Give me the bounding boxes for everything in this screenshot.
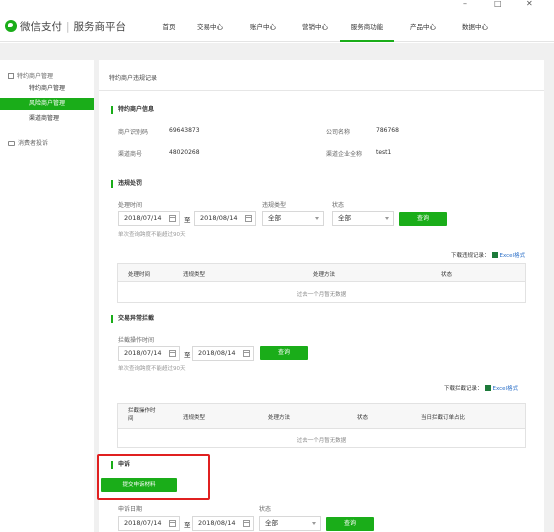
chevron-down-icon xyxy=(385,217,389,220)
column-header: 违规类型 xyxy=(183,272,206,278)
interception-hint: 单次查询跨度不能超过90天 xyxy=(118,366,186,372)
violation-type-label: 违规类型 xyxy=(262,202,287,209)
nav-data-center[interactable]: 数据中心 xyxy=(457,8,493,42)
company-value: 786768 xyxy=(376,127,399,134)
empty-message: 过去一个月暂无数据 xyxy=(296,438,347,444)
violation-end-date[interactable]: 2018/08/14 xyxy=(194,211,256,226)
window-titlebar: – □ ✕ xyxy=(0,0,554,8)
appeal-status-label: 状态 xyxy=(259,506,272,513)
sidebar-item-channel-partners[interactable]: 渠道商管理 xyxy=(0,113,94,125)
message-icon xyxy=(8,141,15,146)
calendar-icon xyxy=(169,215,176,222)
column-header: 状态 xyxy=(441,272,453,278)
calendar-icon xyxy=(169,520,176,527)
interception-end-date[interactable]: 2018/08/14 xyxy=(192,346,254,361)
violation-time-label: 处理时间 xyxy=(118,202,143,209)
nav-account-center[interactable]: 账户中心 xyxy=(245,8,281,42)
sidebar: 特约商户管理 特约商户管理 风险商户管理 渠道商管理 消费者投诉 xyxy=(0,60,94,532)
wechat-pay-logo-icon xyxy=(5,20,17,32)
column-header: 状态 xyxy=(357,415,369,421)
appeal-query-button[interactable]: 查询 xyxy=(326,517,374,531)
interception-excel-link[interactable]: Excel格式 xyxy=(493,386,519,392)
appeal-date-label: 申诉日期 xyxy=(118,506,143,513)
channel-company-label: 渠道企业全称 xyxy=(326,151,363,158)
column-header: 拦截操作时间 xyxy=(128,408,156,422)
interception-time-label: 拦截操作时间 xyxy=(118,337,155,344)
violation-download: 下载违规记录： Excel格式 xyxy=(451,252,526,259)
violation-start-date[interactable]: 2018/07/14 xyxy=(118,211,180,226)
range-separator: 至 xyxy=(184,521,191,529)
excel-icon xyxy=(484,385,491,391)
calendar-icon xyxy=(243,520,250,527)
annotation-highlight-box xyxy=(97,454,210,500)
section-title-violation: 违规处罚 xyxy=(111,180,142,188)
appeal-end-date[interactable]: 2018/08/14 xyxy=(192,516,254,531)
brand: 微信支付 | 服务商平台 xyxy=(20,21,127,33)
violation-query-button[interactable]: 查询 xyxy=(399,212,447,226)
sidebar-item-risk-merchants[interactable]: 风险商户管理 xyxy=(0,98,94,110)
calendar-icon xyxy=(169,350,176,357)
merchant-no-value: 69643873 xyxy=(169,127,200,134)
sidebar-group-complaints[interactable]: 消费者投诉 xyxy=(8,138,48,147)
sidebar-item-special-merchants[interactable]: 特约商户管理 xyxy=(0,83,94,95)
nav-product-center[interactable]: 产品中心 xyxy=(405,8,441,42)
maximize-icon[interactable]: □ xyxy=(494,0,502,8)
company-label: 公司名称 xyxy=(326,129,351,136)
interception-query-button[interactable]: 查询 xyxy=(260,346,308,360)
close-icon[interactable]: ✕ xyxy=(526,0,533,8)
nav-home[interactable]: 首页 xyxy=(154,8,184,42)
empty-message: 过去一个月暂无数据 xyxy=(296,292,347,298)
violation-type-select[interactable]: 全部 xyxy=(262,211,324,226)
channel-no-label: 渠道商号 xyxy=(118,151,143,158)
section-title-merchant-info: 特约商户信息 xyxy=(111,106,154,114)
nav-provider-functions[interactable]: 服务商功能 xyxy=(340,8,394,42)
column-header: 处理方法 xyxy=(268,415,291,421)
nav-trade-center[interactable]: 交易中心 xyxy=(192,8,228,42)
range-separator: 至 xyxy=(184,216,191,224)
violation-hint: 单次查询跨度不能超过90天 xyxy=(118,232,186,238)
grid-icon xyxy=(8,73,14,79)
violation-excel-link[interactable]: Excel格式 xyxy=(500,253,526,259)
violation-status-select[interactable]: 全部 xyxy=(332,211,394,226)
interception-table: 拦截操作时间 违规类型 处理方法 状态 当日拦截订单占比 过去一个月暂无数据 xyxy=(117,403,526,448)
chevron-down-icon xyxy=(315,217,319,220)
violation-status-label: 状态 xyxy=(332,202,345,209)
minimize-icon[interactable]: – xyxy=(463,0,467,8)
divider xyxy=(99,90,544,91)
range-separator: 至 xyxy=(184,351,191,359)
appeal-start-date[interactable]: 2018/07/14 xyxy=(118,516,180,531)
brand-name: 微信支付 xyxy=(20,21,62,33)
nav-marketing-center[interactable]: 营销中心 xyxy=(297,8,333,42)
page-title: 特约商户违规记录 xyxy=(109,75,158,82)
table-header: 处理时间 违规类型 处理方法 状态 xyxy=(118,264,525,282)
brand-platform: 服务商平台 xyxy=(73,21,127,33)
column-header: 当日拦截订单占比 xyxy=(421,415,466,421)
sidebar-group-merchants: 特约商户管理 xyxy=(8,71,53,80)
violation-table: 处理时间 违规类型 处理方法 状态 过去一个月暂无数据 xyxy=(117,263,526,303)
calendar-icon xyxy=(243,350,250,357)
column-header: 处理时间 xyxy=(128,272,151,278)
calendar-icon xyxy=(245,215,252,222)
channel-company-value: test1 xyxy=(376,149,392,156)
table-header: 拦截操作时间 违规类型 处理方法 状态 当日拦截订单占比 xyxy=(118,404,525,429)
channel-no-value: 48020268 xyxy=(169,149,200,156)
appeal-status-select[interactable]: 全部 xyxy=(259,516,321,531)
interception-start-date[interactable]: 2018/07/14 xyxy=(118,346,180,361)
section-title-interception: 交易异常拦截 xyxy=(111,315,154,323)
chevron-down-icon xyxy=(312,522,316,525)
merchant-no-label: 商户识别码 xyxy=(118,129,149,136)
column-header: 处理方法 xyxy=(313,272,336,278)
column-header: 违规类型 xyxy=(183,415,206,421)
excel-icon xyxy=(491,252,498,258)
interception-download: 下载拦截记录： Excel格式 xyxy=(444,385,519,392)
